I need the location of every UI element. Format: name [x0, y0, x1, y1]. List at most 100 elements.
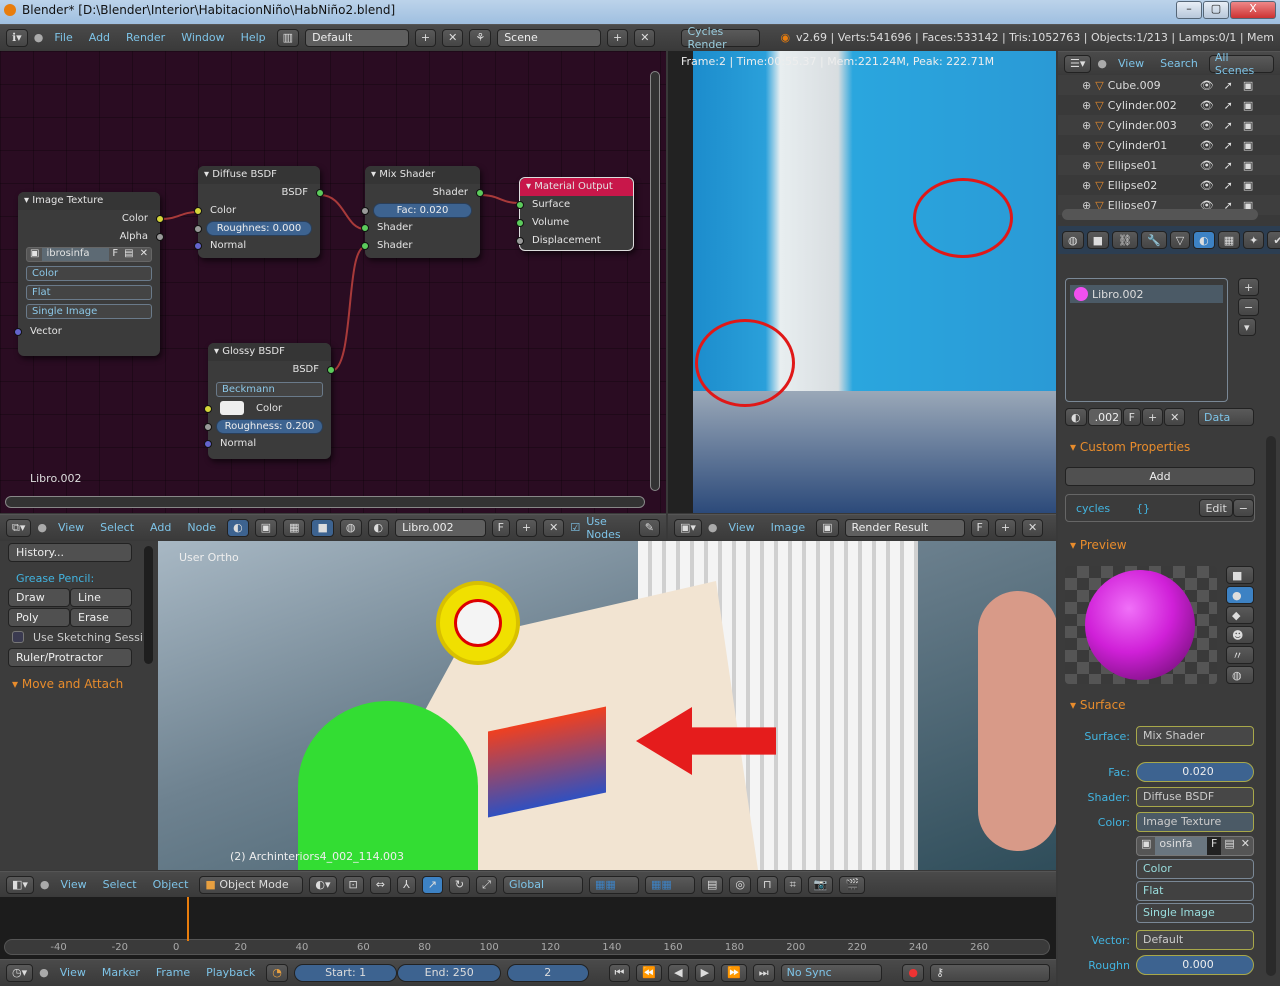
- node-mix-shader[interactable]: ▾ Mix Shader Shader Fac: 0.020 Shader Sh…: [361, 166, 484, 258]
- collapse-icon[interactable]: ●: [34, 31, 44, 44]
- move-attach-header[interactable]: ▾ Move and Attach: [0, 677, 123, 691]
- add-slot-button[interactable]: +: [1238, 278, 1260, 296]
- distribution-dropdown[interactable]: Beckmann: [216, 382, 323, 397]
- preview-hair-icon[interactable]: 〃: [1226, 646, 1254, 664]
- collapse-icon[interactable]: ●: [1097, 57, 1107, 70]
- scene-icon[interactable]: ⚘: [469, 28, 492, 47]
- node-editor[interactable]: ▾ Image Texture Color Alpha ▣ ibrosinfa F ▤…: [0, 51, 666, 513]
- draw-button[interactable]: Draw: [8, 588, 70, 607]
- collapse-icon[interactable]: ●: [708, 521, 718, 534]
- socket-color[interactable]: [194, 207, 202, 215]
- socket-shader-out[interactable]: [476, 189, 484, 197]
- preview-sky-icon[interactable]: ◍: [1226, 666, 1254, 684]
- select-arrow-icon[interactable]: ➚: [1224, 179, 1233, 192]
- menu-select[interactable]: Select: [100, 521, 134, 534]
- color-space-dropdown[interactable]: Color: [26, 266, 152, 281]
- preview-header[interactable]: ▾ Preview: [1058, 538, 1127, 552]
- use-nodes-checkbox[interactable]: ☑: [570, 521, 580, 534]
- expand-icon[interactable]: ⊕: [1082, 119, 1091, 132]
- preview-cube-icon[interactable]: ◆: [1226, 606, 1254, 624]
- new-material-button[interactable]: +: [1141, 408, 1164, 426]
- menu-image[interactable]: Image: [771, 521, 805, 534]
- color-input-field[interactable]: Image Texture: [1136, 812, 1254, 832]
- unlink-material-button[interactable]: ✕: [543, 518, 565, 537]
- image-selector[interactable]: Render Result: [844, 518, 965, 537]
- color-space-dropdown[interactable]: Color: [1136, 859, 1254, 879]
- socket-color[interactable]: [204, 405, 212, 413]
- add-material-button[interactable]: +: [515, 518, 538, 537]
- socket-normal[interactable]: [194, 242, 202, 250]
- render-engine-selector[interactable]: Cycles Render: [681, 25, 761, 51]
- menu-view[interactable]: View: [61, 878, 87, 891]
- display-mode-dropdown[interactable]: All Scenes: [1208, 51, 1274, 77]
- render-camera-icon[interactable]: ▣: [1243, 119, 1253, 132]
- remove-layout-button[interactable]: ✕: [442, 28, 464, 47]
- socket-normal[interactable]: [204, 440, 212, 448]
- world-tab-icon[interactable]: ◍: [1062, 231, 1084, 249]
- unlink-icon[interactable]: ✕: [1238, 837, 1253, 855]
- render-camera-icon[interactable]: ▣: [1243, 139, 1253, 152]
- expand-icon[interactable]: ⊕: [1082, 79, 1091, 92]
- socket-vector[interactable]: [14, 328, 22, 336]
- object-tab-icon[interactable]: ■: [1086, 231, 1110, 249]
- select-arrow-icon[interactable]: ➚: [1224, 159, 1233, 172]
- outliner-item[interactable]: ⊕ ▽ Cylinder01 👁 ➚ ▣: [1058, 135, 1280, 155]
- remove-slot-button[interactable]: −: [1238, 298, 1260, 316]
- material-selector[interactable]: Libro.002: [395, 518, 486, 537]
- image-icon[interactable]: ▣: [816, 518, 839, 537]
- surface-header[interactable]: ▾ Surface: [1058, 698, 1126, 712]
- roughness-slider[interactable]: Roughness: 0.200: [216, 419, 323, 434]
- fake-user-button[interactable]: F: [970, 518, 989, 537]
- opengl-animation-icon[interactable]: 🎬: [839, 875, 866, 894]
- editor-type-3d-icon[interactable]: ◧▾: [6, 875, 34, 894]
- jump-end-icon[interactable]: ⏭: [752, 963, 775, 982]
- jump-start-icon[interactable]: ⏮: [608, 963, 631, 982]
- render-result-view[interactable]: Frame:2 | Time:00:55.37 | Mem:221.24M, P…: [668, 51, 1056, 513]
- end-frame-field[interactable]: End: 250: [397, 963, 501, 982]
- preview-plane-icon[interactable]: ■: [1226, 566, 1254, 584]
- snap-icon[interactable]: ⊓: [756, 875, 778, 894]
- layout-icon[interactable]: ▥: [276, 28, 300, 47]
- layout-selector[interactable]: Default: [305, 28, 409, 47]
- socket-surface[interactable]: [516, 201, 524, 209]
- preview-monkey-icon[interactable]: ☻: [1226, 626, 1254, 644]
- menu-search[interactable]: Search: [1160, 57, 1198, 70]
- proportional-edit-icon[interactable]: ◎: [729, 875, 751, 894]
- menu-view[interactable]: View: [58, 521, 84, 534]
- translate-icon[interactable]: ↗: [421, 875, 443, 894]
- current-frame-cursor[interactable]: [187, 897, 190, 941]
- add-property-button[interactable]: Add: [1065, 467, 1255, 486]
- render-camera-icon[interactable]: ▣: [1243, 179, 1253, 192]
- current-frame-field[interactable]: 2: [506, 963, 589, 982]
- unlink-image-button[interactable]: ✕: [1022, 518, 1044, 537]
- select-arrow-icon[interactable]: ➚: [1224, 139, 1233, 152]
- menu-marker[interactable]: Marker: [102, 966, 140, 979]
- 3d-viewport[interactable]: User Ortho (2) Archinteriors4_002_114.00…: [158, 541, 1056, 870]
- menu-window[interactable]: Window: [181, 31, 224, 44]
- vector-field[interactable]: Default: [1136, 930, 1254, 950]
- editor-type-outliner-icon[interactable]: ☰▾: [1064, 54, 1092, 73]
- expand-icon[interactable]: ⊕: [1082, 179, 1091, 192]
- socket-bsdf[interactable]: [316, 189, 324, 197]
- minimize-button[interactable]: –: [1176, 1, 1202, 19]
- data-tab-icon[interactable]: ▽: [1169, 231, 1191, 249]
- world-shader-icon[interactable]: ◍: [339, 518, 362, 537]
- add-scene-button[interactable]: +: [607, 28, 629, 47]
- material-name-field[interactable]: .002: [1087, 408, 1122, 426]
- editor-type-node-icon[interactable]: ⧉▾: [6, 518, 32, 537]
- timeline-scrollbar[interactable]: [4, 939, 1050, 955]
- prev-keyframe-icon[interactable]: ⏪: [636, 963, 663, 982]
- socket-alpha[interactable]: [156, 233, 164, 241]
- render-camera-icon[interactable]: ▣: [1243, 79, 1253, 92]
- select-arrow-icon[interactable]: ➚: [1224, 79, 1233, 92]
- scene-selector[interactable]: Scene: [497, 28, 601, 47]
- play-reverse-icon[interactable]: ◀: [668, 963, 689, 982]
- expand-icon[interactable]: ⊕: [1082, 159, 1091, 172]
- menu-render[interactable]: Render: [126, 31, 165, 44]
- menu-add[interactable]: Add: [150, 521, 171, 534]
- compositing-tree-icon[interactable]: ▣: [254, 518, 278, 537]
- fake-user-button[interactable]: F: [109, 248, 121, 261]
- visibility-eye-icon[interactable]: 👁: [1200, 179, 1214, 192]
- pin-icon[interactable]: ✎: [638, 518, 660, 537]
- render-icon[interactable]: 📷: [807, 875, 834, 894]
